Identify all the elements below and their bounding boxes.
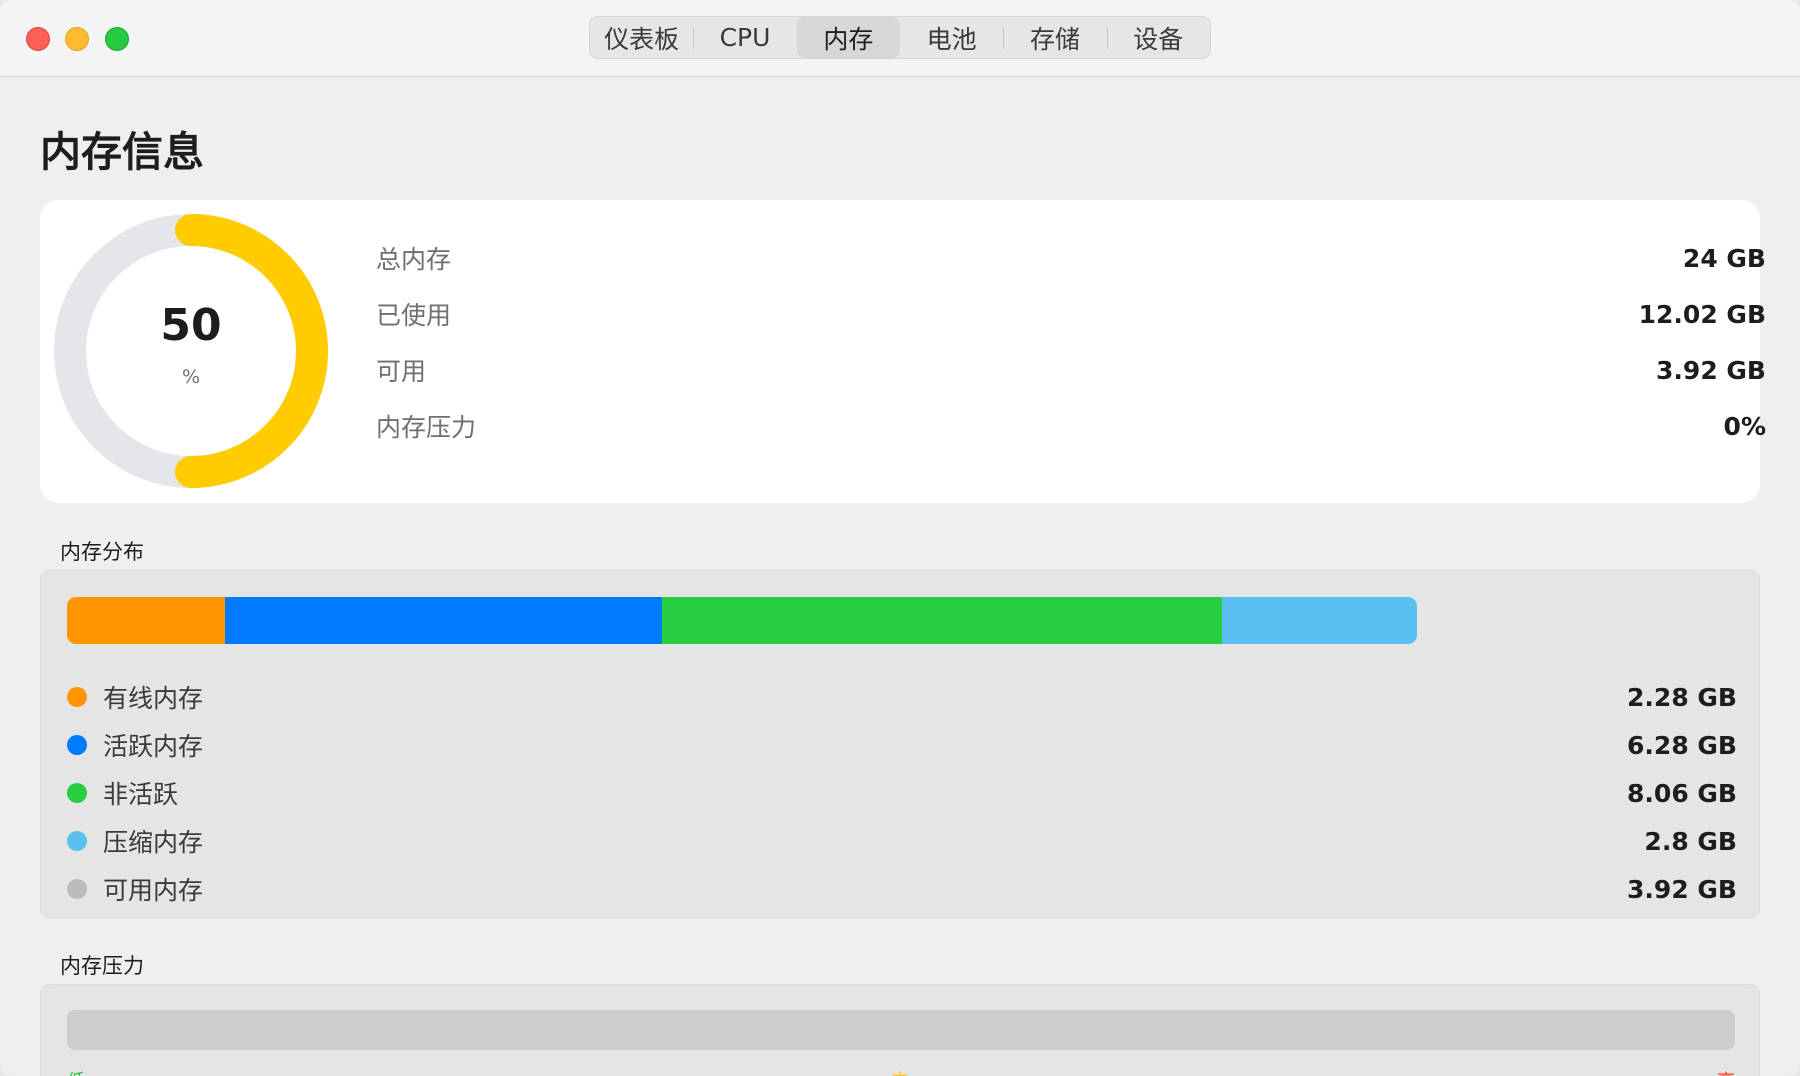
tab-battery[interactable]: 电池 <box>900 17 1003 58</box>
bar-segment-compressed <box>1222 597 1417 644</box>
stat-value: 0% <box>1723 411 1766 441</box>
zoom-window-button[interactable] <box>105 27 129 51</box>
memory-distribution-panel: 有线内存 2.28 GB 活跃内存 6.28 GB 非活跃 8.06 GB 压缩… <box>40 570 1760 918</box>
legend-label: 活跃内存 <box>103 732 204 761</box>
stat-label: 已使用 <box>376 301 452 330</box>
stat-value: 24 GB <box>1682 243 1766 273</box>
gauge-unit: % <box>181 366 201 388</box>
pressure-medium-label: 中 <box>891 1067 909 1076</box>
gauge-value: 50 <box>160 300 222 351</box>
memory-usage-gauge <box>54 214 328 488</box>
tab-storage[interactable]: 存储 <box>1003 17 1106 58</box>
minimize-window-button[interactable] <box>65 27 89 51</box>
stat-value: 12.02 GB <box>1638 299 1766 329</box>
legend-row-active: 活跃内存 6.28 GB <box>67 721 1737 769</box>
stat-label: 总内存 <box>376 245 452 274</box>
stat-label: 内存压力 <box>376 413 477 442</box>
tab-bar: 仪表板 CPU 内存 电池 存储 设备 <box>589 16 1211 59</box>
memory-summary-card: 50 % 总内存 24 GB 已使用 12.02 GB 可用 3.92 GB 内… <box>40 200 1766 503</box>
title-bar: 仪表板 CPU 内存 电池 存储 设备 <box>0 0 1800 77</box>
legend-label: 压缩内存 <box>103 828 204 857</box>
legend-value: 2.8 GB <box>1644 826 1737 856</box>
stat-row-pressure: 内存压力 0% <box>376 398 1766 454</box>
legend-value: 3.92 GB <box>1627 874 1737 904</box>
bar-segment-inactive <box>662 597 1223 644</box>
stat-row-available: 可用 3.92 GB <box>376 342 1766 398</box>
close-window-button[interactable] <box>26 27 50 51</box>
legend-row-wired: 有线内存 2.28 GB <box>67 673 1737 721</box>
legend-value: 2.28 GB <box>1627 682 1737 712</box>
bar-segment-active <box>225 597 663 644</box>
pressure-high-label: 高 <box>1717 1067 1735 1076</box>
stat-label: 可用 <box>376 357 427 386</box>
active-dot-icon <box>67 735 87 755</box>
legend-value: 6.28 GB <box>1627 730 1737 760</box>
tab-cpu[interactable]: CPU <box>693 17 796 58</box>
wired-dot-icon <box>67 687 87 707</box>
free-dot-icon <box>67 879 87 899</box>
pressure-low-label: 低 <box>67 1067 85 1076</box>
tab-memory[interactable]: 内存 <box>796 17 900 58</box>
inactive-dot-icon <box>67 783 87 803</box>
pressure-section-title: 内存压力 <box>60 954 144 978</box>
distribution-section-title: 内存分布 <box>60 540 144 564</box>
pressure-track <box>67 1010 1735 1050</box>
stat-value: 3.92 GB <box>1656 355 1766 385</box>
tab-dashboard[interactable]: 仪表板 <box>590 17 693 58</box>
compressed-dot-icon <box>67 831 87 851</box>
tab-devices[interactable]: 设备 <box>1106 17 1210 58</box>
legend-row-free: 可用内存 3.92 GB <box>67 865 1737 913</box>
legend-value: 8.06 GB <box>1627 778 1737 808</box>
legend-label: 有线内存 <box>103 684 204 713</box>
legend-row-inactive: 非活跃 8.06 GB <box>67 769 1737 817</box>
memory-distribution-bar <box>67 597 1417 644</box>
stat-row-total: 总内存 24 GB <box>376 230 1766 286</box>
memory-stats: 总内存 24 GB 已使用 12.02 GB 可用 3.92 GB 内存压力 0… <box>376 230 1766 454</box>
distribution-legend: 有线内存 2.28 GB 活跃内存 6.28 GB 非活跃 8.06 GB 压缩… <box>67 673 1737 913</box>
memory-pressure-panel: 低 中 高 <box>40 984 1760 1076</box>
stat-row-used: 已使用 12.02 GB <box>376 286 1766 342</box>
legend-label: 非活跃 <box>103 780 179 809</box>
page-title: 内存信息 <box>40 128 204 176</box>
legend-label: 可用内存 <box>103 876 204 905</box>
app-window: 仪表板 CPU 内存 电池 存储 设备 内存信息 50 % 总内存 24 GB … <box>0 0 1800 1076</box>
legend-row-compressed: 压缩内存 2.8 GB <box>67 817 1737 865</box>
bar-segment-wired <box>67 597 226 644</box>
